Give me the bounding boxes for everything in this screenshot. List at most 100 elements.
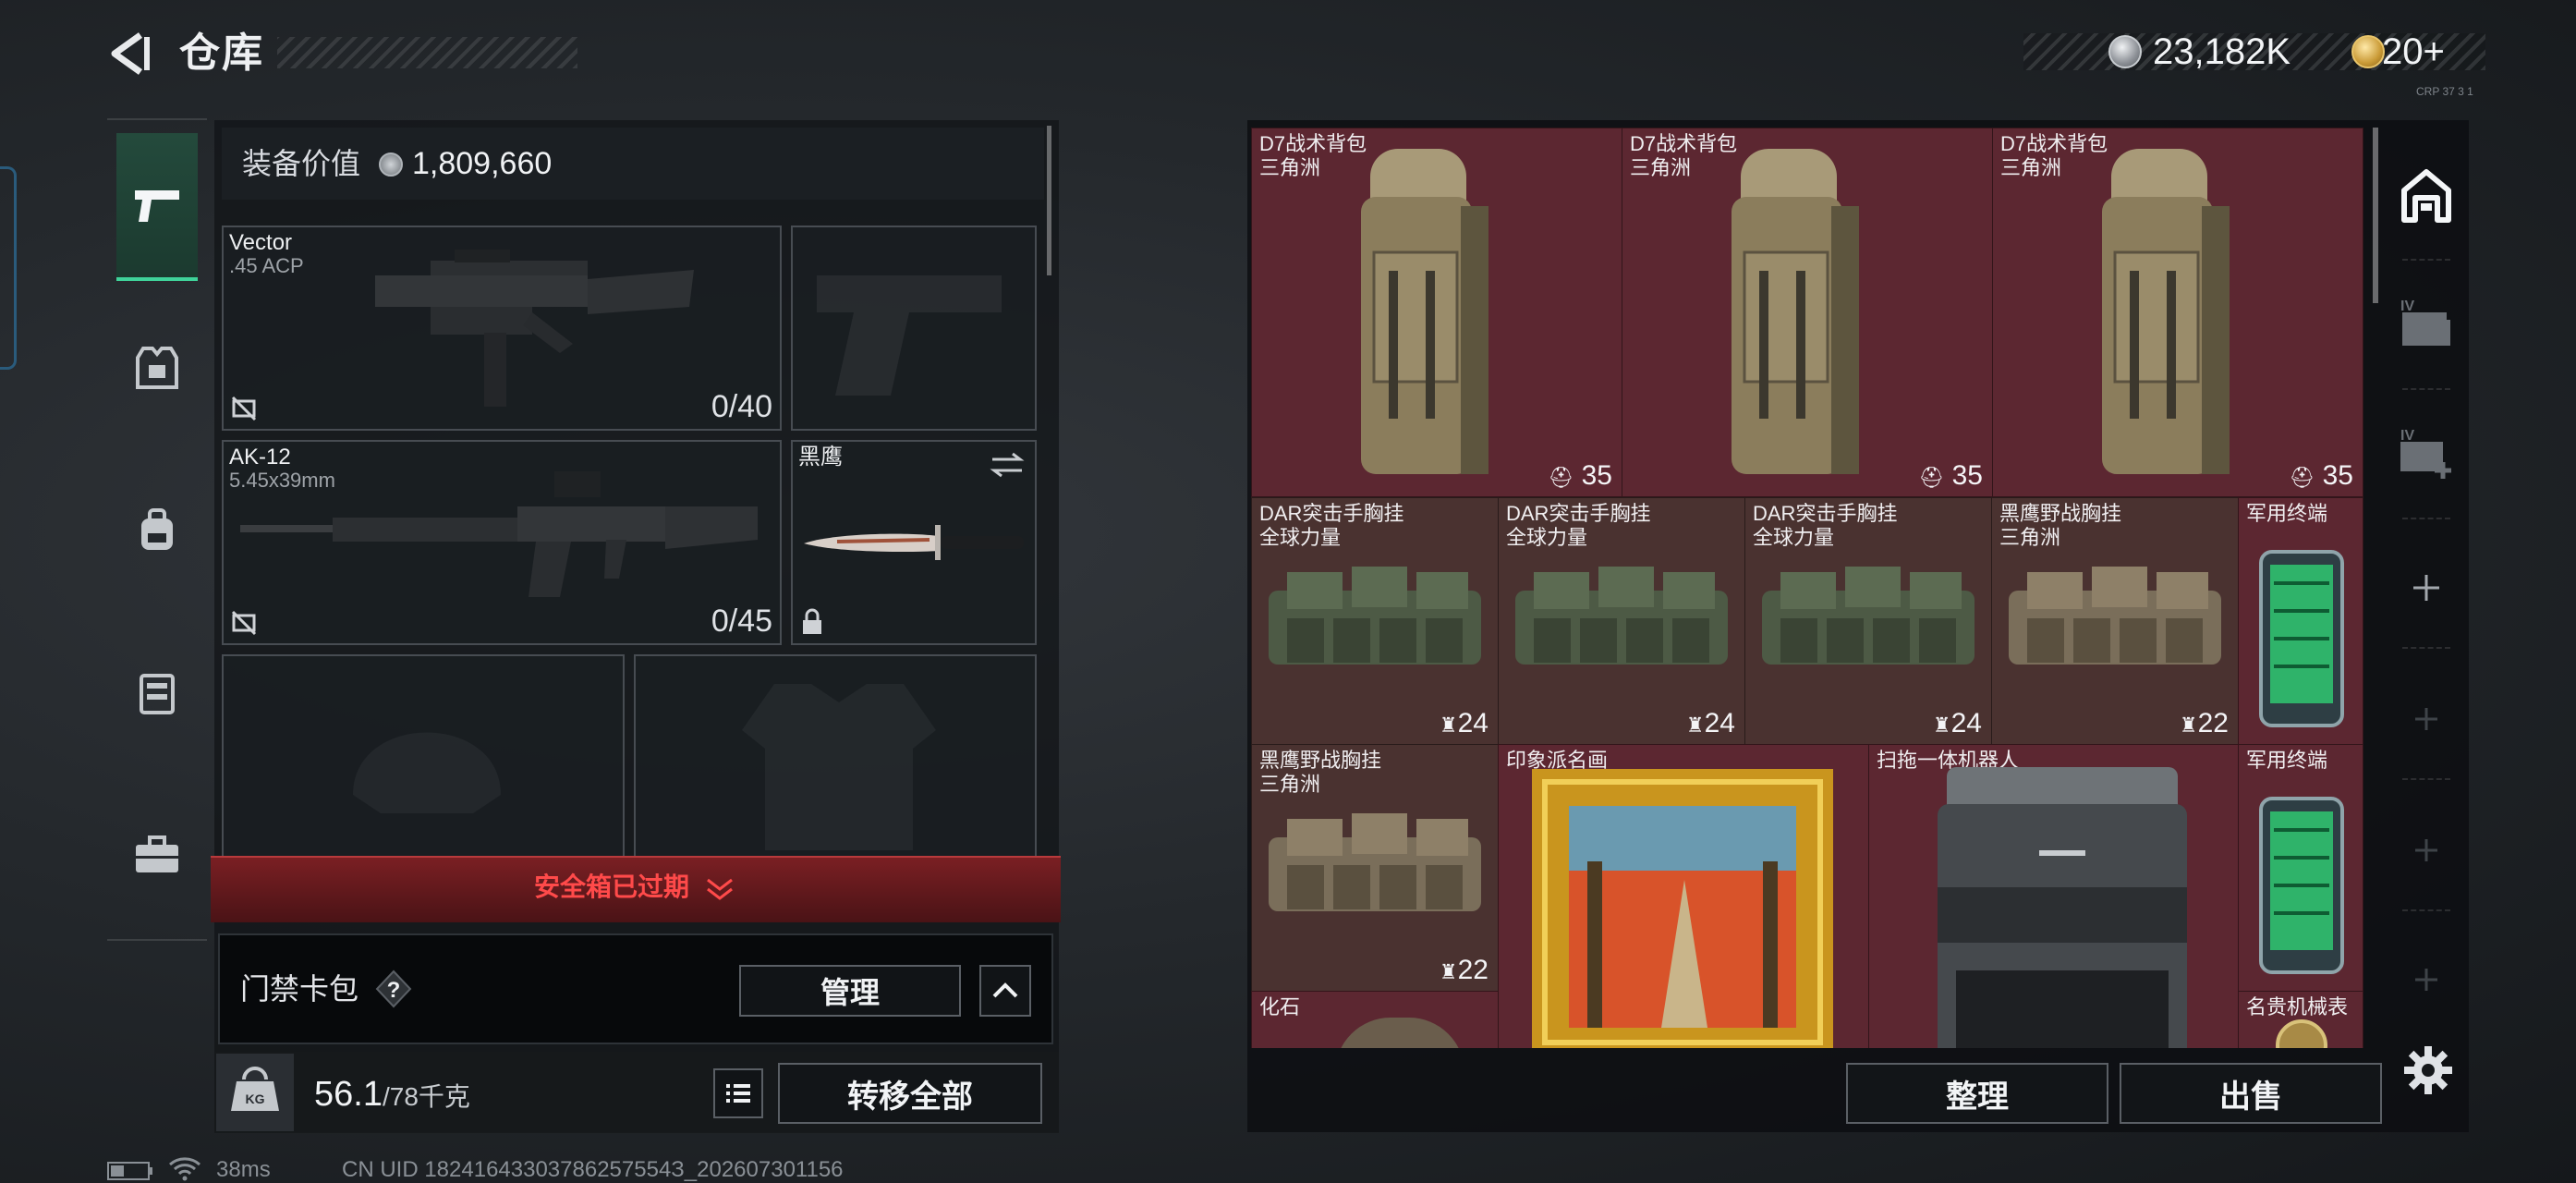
storage-item[interactable]: D7战术背包 三角洲 ⛑ 35 [1251, 128, 1622, 497]
add-slot-button[interactable] [2393, 555, 2460, 621]
item-capacity: 22 [1457, 955, 1488, 985]
item-source: 全球力量 [1259, 526, 1342, 549]
page-title: 仓库 [179, 30, 264, 76]
equipment-value-label: 装备价值 [242, 147, 361, 180]
weight-icon: ⛑ [2289, 466, 2315, 489]
item-source: 三角洲 [2000, 156, 2062, 179]
watch-item-icon [2276, 1019, 2327, 1048]
weapon-caliber: .45 ACP [229, 254, 304, 277]
add-slot-button[interactable] [2393, 686, 2460, 752]
equipment-scrollbar[interactable] [1047, 126, 1051, 275]
tab-weapons[interactable] [116, 133, 198, 281]
tab-divider [2402, 388, 2450, 390]
helmet-slot[interactable] [222, 654, 625, 860]
chest-rig-icon [140, 674, 175, 714]
storage-item[interactable]: 扫拖一体机器人 [1868, 744, 2240, 1048]
sell-button[interactable]: 出售 [2120, 1063, 2382, 1124]
backpack-item-icon [2102, 149, 2230, 474]
item-capacity: 24 [1457, 708, 1488, 738]
item-durability: 35 [1951, 460, 1983, 491]
storage-item[interactable]: D7战术背包 三角洲 ⛑ 35 [1622, 128, 1993, 497]
tab-extension-1[interactable]: IV [2393, 288, 2460, 355]
svg-text:IV: IV [2400, 299, 2414, 314]
keycard-pack-label: 门禁卡包 [240, 972, 359, 1006]
item-name: 黑鹰野战胸挂 [1999, 502, 2122, 525]
sidearm-slot[interactable] [791, 226, 1037, 431]
secondary-weapon-slot[interactable]: AK-12 5.45x39mm 0/45 [222, 440, 782, 645]
storage-item[interactable]: 名贵机械表 [2238, 991, 2363, 1048]
storage-item[interactable]: 黑鹰野战胸挂 三角洲 ♜22 [1251, 744, 1499, 992]
plus-icon [2413, 575, 2439, 601]
item-source: 三角洲 [1259, 773, 1321, 796]
primary-weapon-slot[interactable]: Vector .45 ACP 0/40 [222, 226, 782, 431]
version-label: CRP 37 3 1 [2416, 85, 2473, 98]
body-armor-slot[interactable] [634, 654, 1037, 860]
wifi-icon [169, 1157, 200, 1181]
backpack-item-icon [1361, 149, 1488, 474]
briefcase-icon [136, 835, 178, 872]
item-source: 全球力量 [1506, 526, 1588, 549]
category-rail [107, 118, 207, 941]
ak12-rifle-icon [240, 471, 758, 597]
tab-extension-2[interactable]: IV [2393, 418, 2460, 484]
item-name: D7战术背包 [2000, 132, 2108, 155]
collapse-button[interactable] [979, 965, 1031, 1017]
storage-scrollbar[interactable] [2373, 128, 2378, 303]
sort-button[interactable]: 整理 [1846, 1063, 2108, 1124]
add-slot-button[interactable] [2393, 817, 2460, 884]
gold-coin-icon [2351, 35, 2385, 68]
item-name: 黑鹰野战胸挂 [1259, 749, 1382, 772]
storage-grid: D7战术背包 三角洲 ⛑ 35 D7战术背包 三角洲 ⛑ 35 D7战术背包 三角洲 … [1251, 128, 2363, 1048]
tab-chest-rig[interactable] [116, 652, 198, 734]
storage-item[interactable]: 化石 [1251, 991, 1499, 1048]
chest-rig-item-icon [1269, 813, 1481, 911]
tab-divider [2402, 518, 2450, 519]
help-icon[interactable]: ? [375, 970, 412, 1008]
transfer-all-button[interactable]: 转移全部 [778, 1063, 1042, 1124]
storage-item[interactable]: 黑鹰野战胸挂 三角洲 ♜22 [1991, 497, 2239, 745]
item-capacity: 24 [1704, 708, 1735, 738]
list-view-button[interactable] [713, 1068, 763, 1118]
add-slot-button[interactable] [2393, 946, 2460, 1013]
double-chevron-down-icon [706, 878, 733, 900]
no-attachment-icon [231, 396, 257, 421]
svg-text:IV: IV [2400, 428, 2414, 444]
chest-rig-item-icon [1269, 567, 1481, 665]
storage-item[interactable]: D7战术背包 三角洲 ⛑ 35 [1992, 128, 2363, 497]
storage-item[interactable]: 印象派名画 [1498, 744, 1869, 1048]
swap-icon[interactable] [989, 451, 1026, 479]
tab-divider [2402, 778, 2450, 780]
battery-icon [107, 1162, 152, 1180]
chest-rig-item-icon [1762, 567, 1975, 665]
gear-icon[interactable] [2400, 1043, 2456, 1098]
knife-icon [804, 525, 1024, 560]
item-source: 三角洲 [1999, 526, 2061, 549]
item-source: 三角洲 [1630, 156, 1692, 179]
storage-item[interactable]: DAR突击手胸挂 全球力量 ♜24 [1251, 497, 1499, 745]
equipment-value: 1,809,660 [412, 146, 553, 181]
tab-case[interactable] [116, 815, 198, 896]
side-drawer-handle[interactable] [0, 166, 17, 370]
storage-item[interactable]: 军用终端 [2238, 497, 2363, 745]
tab-armor[interactable] [116, 327, 198, 409]
currency-amount[interactable]: 23,182K [2153, 28, 2290, 76]
item-source: 全球力量 [1753, 526, 1835, 549]
weight-kg-icon: KG [216, 1054, 294, 1131]
item-name: DAR突击手胸挂 [1753, 502, 1898, 525]
user-uid: CN UID 18241643303786257554З_20260730115… [342, 1157, 844, 1182]
weight-icon: ⛑ [1918, 466, 1945, 489]
tab-main-warehouse[interactable] [2393, 163, 2460, 229]
storage-item[interactable]: DAR突击手胸挂 全球力量 ♜24 [1498, 497, 1745, 745]
robot-vacuum-item-icon [1938, 767, 2187, 1048]
tab-divider [2402, 259, 2450, 261]
back-arrow-icon[interactable] [103, 28, 155, 79]
ammo-count: 0/45 [711, 604, 772, 639]
tab-backpack[interactable] [116, 490, 198, 571]
premium-currency-amount[interactable]: 20+ [2382, 28, 2445, 76]
storage-item[interactable]: DAR突击手胸挂 全球力量 ♜24 [1744, 497, 1992, 745]
melee-slot[interactable]: 黑鹰 [791, 440, 1037, 645]
item-name: 化石 [1259, 995, 1301, 1018]
manage-button[interactable]: 管理 [739, 965, 961, 1017]
item-capacity: 24 [1950, 708, 1982, 738]
storage-item[interactable]: 军用终端 [2238, 744, 2363, 992]
